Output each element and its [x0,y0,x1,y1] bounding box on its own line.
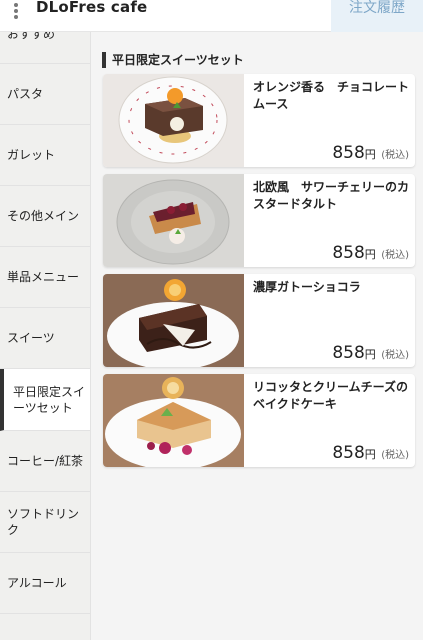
price-value: 858 [332,343,365,363]
order-history-button[interactable]: 注文履歴 [331,0,423,32]
menu-content: 平日限定スイーツセット オレンジ香る チョコレートムース 858円 (税込) 北… [91,32,423,640]
price-tax-note: (税込) [381,350,409,361]
sidebar-item-label: 単品メニュー [7,270,80,284]
product-card-ricotta-cheesecake[interactable]: リコッタとクリームチーズのベイクドケーキ 858円 (税込) [103,374,415,467]
product-price: 858円 (税込) [332,343,409,363]
sidebar-item-label: アルコール [7,576,67,590]
sidebar-item-other-main[interactable]: その他メイン [0,186,90,247]
product-card-chocolate-mousse[interactable]: オレンジ香る チョコレートムース 858円 (税込) [103,74,415,167]
category-sidebar: おすすめ パスタ ガレット その他メイン 単品メニュー スイーツ 平日限定スイ … [0,32,91,640]
product-card-cherry-tart[interactable]: 北欧風 サワーチェリーのカスタードタルト 858円 (税込) [103,174,415,267]
price-tax-note: (税込) [381,250,409,261]
sidebar-item-label-line2: ーツセット [13,400,73,415]
sidebar-item-label: コーヒー/紅茶 [7,454,84,468]
sidebar-item-single-menu[interactable]: 単品メニュー [0,247,90,308]
app-header: DLoFres cafe 注文履歴 [0,0,423,32]
product-price: 858円 (税込) [332,443,409,463]
sidebar-item-coffee-tea[interactable]: コーヒー/紅茶 [0,431,90,492]
price-tax-note: (税込) [381,150,409,161]
product-name: 北欧風 サワーチェリーのカスタードタルト [253,180,410,211]
price-value: 858 [332,243,365,263]
price-value: 858 [332,143,365,163]
sidebar-item-alcohol[interactable]: アルコール [0,553,90,614]
product-image [103,174,244,267]
price-value: 858 [332,443,365,463]
sidebar-item-sweets[interactable]: スイーツ [0,308,90,369]
sidebar-item-label: その他メイン [7,209,80,223]
product-name: オレンジ香る チョコレートムース [253,80,410,111]
sidebar-item-pasta[interactable]: パスタ [0,64,90,125]
product-name: 濃厚ガトーショコラ [253,280,361,294]
sidebar-item-label-line2: ク [7,523,20,537]
product-card-gateau-chocolat[interactable]: 濃厚ガトーショコラ 858円 (税込) [103,274,415,367]
sidebar-item-label-line1: 平日限定スイ [13,384,86,399]
price-currency: 円 [364,148,376,161]
price-tax-note: (税込) [381,450,409,461]
sidebar-item-weekday-sweets-set[interactable]: 平日限定スイ ーツセット [0,369,90,431]
sidebar-item-recommended[interactable]: おすすめ [0,32,90,64]
kebab-menu-icon[interactable] [12,1,20,21]
app-title: DLoFres cafe [36,0,148,16]
sidebar-item-label: スイーツ [7,331,55,345]
product-image [103,74,244,167]
sidebar-item-label: ガレット [7,148,56,162]
sidebar-item-galette[interactable]: ガレット [0,125,90,186]
product-image [103,374,244,467]
sidebar-item-label: ソフトドリン ク [7,506,79,538]
sidebar-item-label: 平日限定スイ ーツセット [13,384,85,416]
product-price: 858円 (税込) [332,243,409,263]
sidebar-item-soft-drinks[interactable]: ソフトドリン ク [0,492,90,553]
section-title: 平日限定スイーツセット [102,52,244,68]
price-currency: 円 [364,348,376,361]
price-currency: 円 [364,248,376,261]
product-image [103,274,244,367]
product-price: 858円 (税込) [332,143,409,163]
sidebar-item-label: パスタ [7,87,44,101]
sidebar-item-label-line1: ソフトドリン [7,507,80,521]
sidebar-item-label: おすすめ [7,32,56,41]
product-name: リコッタとクリームチーズのベイクドケーキ [253,380,409,411]
price-currency: 円 [364,448,376,461]
